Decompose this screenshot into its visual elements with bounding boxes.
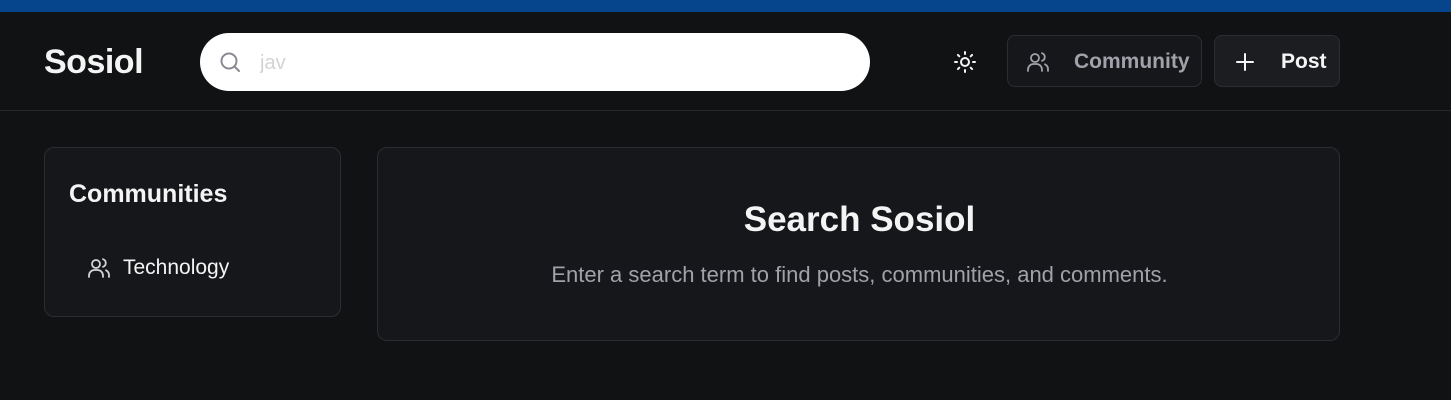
community-button-label: Community xyxy=(1074,50,1190,73)
search-bar[interactable] xyxy=(200,33,870,91)
search-input[interactable] xyxy=(258,45,842,81)
create-post-button[interactable]: Post xyxy=(1214,35,1340,87)
search-icon xyxy=(220,52,240,72)
plus-icon xyxy=(1236,53,1254,71)
sidebar-title: Communities xyxy=(69,180,228,208)
users-icon xyxy=(1027,52,1049,72)
page-title: Search Sosiol xyxy=(743,200,976,239)
theme-toggle-button[interactable] xyxy=(944,42,986,82)
communities-sidebar: Communities Technology xyxy=(44,147,341,317)
search-empty-state: Search Sosiol Enter a search term to fin… xyxy=(377,147,1340,341)
community-button[interactable]: Community xyxy=(1007,35,1202,87)
users-icon xyxy=(88,258,110,278)
sidebar-item-label: Technology xyxy=(123,256,230,279)
top-header: Sosiol Community xyxy=(0,12,1451,111)
post-button-label: Post xyxy=(1281,50,1327,73)
sidebar-item-technology[interactable]: Technology xyxy=(87,254,307,284)
page-subtitle: Enter a search term to find posts, commu… xyxy=(551,262,1168,287)
app-logo[interactable]: Sosiol xyxy=(44,43,144,82)
sun-icon xyxy=(954,51,976,73)
top-accent-strip xyxy=(0,0,1451,12)
